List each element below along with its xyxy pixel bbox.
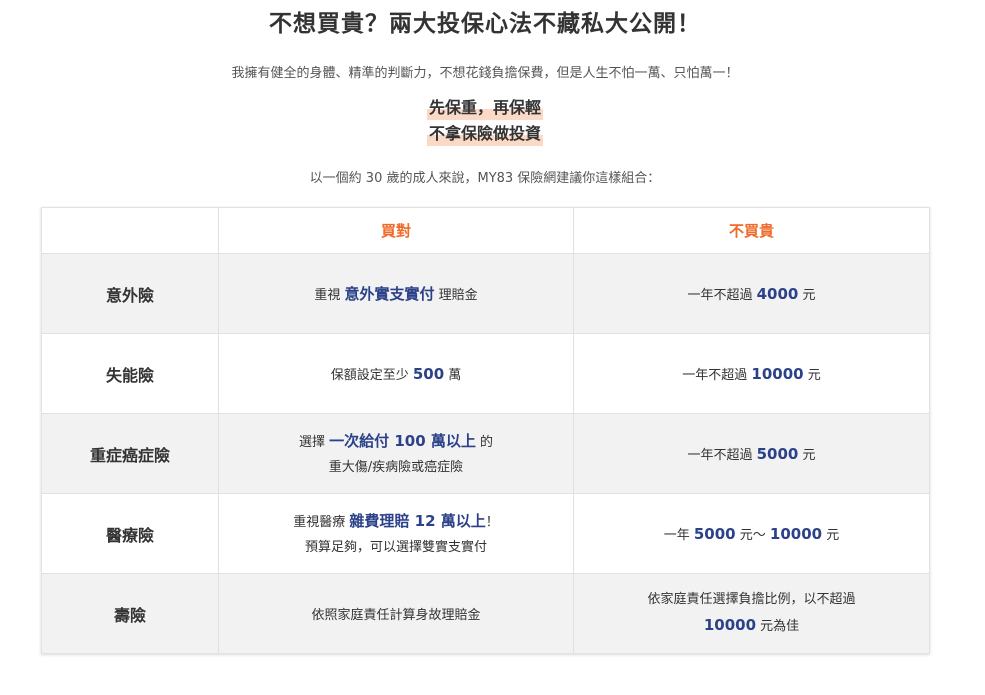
cost-amount-min: 5000: [693, 525, 736, 543]
page-subtitle: 我擁有健全的身體、精準的判斷力，不想花錢負擔保費，但是人生不怕一萬、只怕萬一！: [231, 66, 739, 81]
buy-text-line2: 重大傷/疾病險或癌症險: [328, 459, 464, 475]
intro-text: 以一個約 30 歲的成人來說，MY83 保險網建議你這樣組合：: [309, 171, 661, 186]
cost-amount-max: 10000: [769, 525, 823, 543]
cost-cell-medical: 一年 5000 元～ 10000 元: [573, 493, 930, 574]
cost-text-line1: 依家庭責任選擇負擔比例，以不超過: [647, 591, 856, 607]
cost-text: 元～: [739, 528, 766, 543]
highlight-box: 先保重，再保輕 不拿保險做投資: [0, 96, 970, 148]
table-row: 壽險 依照家庭責任計算身故理賠金 依家庭責任選擇負擔比例，以不超過 10000 …: [41, 573, 930, 654]
table-header-row: 買對 不買貴: [41, 207, 930, 254]
buy-text: 選擇: [298, 434, 325, 450]
cost-cell-disability: 一年不超過 10000 元: [573, 333, 930, 414]
buy-emphasis: 500: [412, 365, 445, 383]
buy-cell-medical: 重視醫療 雜費理賠 12 萬以上！ 預算足夠，可以選擇雙實支實付: [218, 493, 574, 574]
row-name-accident: 意外險: [41, 253, 219, 334]
buy-text: 依照家庭責任計算身故理賠金: [311, 608, 481, 623]
row-name-disability: 失能險: [41, 333, 219, 414]
table-row: 醫療險 重視醫療 雜費理賠 12 萬以上！ 預算足夠，可以選擇雙實支實付 一年 …: [41, 493, 930, 574]
cost-unit: 元為佳: [760, 618, 800, 634]
buy-text-line2: 預算足夠，可以選擇雙實支實付: [304, 539, 487, 555]
page: 不想買貴？兩大投保心法不藏私大公開！ 我擁有健全的身體、精準的判斷力，不想花錢負…: [0, 0, 985, 695]
row-name-life: 壽險: [41, 573, 219, 654]
cost-unit: 元: [802, 288, 816, 303]
cost-amount: 10000: [751, 365, 804, 383]
buy-emphasis: 一次給付 100 萬以上: [329, 431, 476, 450]
buy-cell-disability: 保額設定至少 500 萬: [218, 333, 574, 414]
buy-text: 的: [480, 434, 494, 450]
page-title: 不想買貴？兩大投保心法不藏私大公開！: [269, 11, 701, 37]
cost-amount: 10000: [703, 615, 757, 634]
cost-text: 一年不超過: [682, 368, 748, 383]
cost-unit: 元: [807, 368, 821, 383]
table-row: 重症癌症險 選擇 一次給付 100 萬以上 的 重大傷/疾病險或癌症險 一年不超…: [41, 413, 930, 494]
cost-unit: 元: [826, 528, 840, 543]
cost-text: 一年: [663, 528, 690, 543]
row-name-medical: 醫療險: [41, 493, 219, 574]
buy-emphasis: 意外實支實付: [344, 285, 435, 303]
cost-unit: 元: [802, 448, 816, 463]
column-header-not-expensive: 不買貴: [573, 207, 930, 254]
table-row: 意外險 重視 意外實支實付 理賠金 一年不超過 4000 元: [41, 253, 930, 334]
column-header-buy-right: 買對: [218, 207, 574, 254]
buy-cell-life: 依照家庭責任計算身故理賠金: [218, 573, 574, 654]
cost-cell-life: 依家庭責任選擇負擔比例，以不超過 10000 元為佳: [573, 573, 930, 654]
highlight-no-investment: 不拿保險做投資: [426, 122, 543, 146]
insurance-comparison-table: 買對 不買貴 意外險 重視 意外實支實付 理賠金 一年不超過 4000 元 失能…: [41, 207, 930, 654]
buy-text: 理賠金: [438, 288, 478, 303]
buy-text: 重視: [314, 288, 341, 303]
header-empty-cell: [41, 207, 219, 254]
cost-amount: 5000: [756, 445, 799, 463]
buy-emphasis: 雜費理賠 12 萬以上: [349, 511, 486, 530]
table-row: 失能險 保額設定至少 500 萬 一年不超過 10000 元: [41, 333, 930, 414]
cost-text: 一年不超過: [687, 448, 753, 463]
cost-amount: 4000: [756, 285, 799, 303]
buy-text: 重視醫療: [293, 514, 346, 530]
cost-cell-critical-illness: 一年不超過 5000 元: [573, 413, 930, 494]
cost-cell-accident: 一年不超過 4000 元: [573, 253, 930, 334]
highlight-protect-first: 先保重，再保輕: [426, 96, 543, 120]
buy-text: 保額設定至少: [330, 368, 409, 383]
buy-text: ！: [485, 514, 499, 530]
buy-cell-accident: 重視 意外實支實付 理賠金: [218, 253, 574, 334]
buy-text: 萬: [448, 368, 462, 383]
row-name-critical-illness: 重症癌症險: [41, 413, 219, 494]
cost-text: 一年不超過: [687, 288, 753, 303]
buy-cell-critical-illness: 選擇 一次給付 100 萬以上 的 重大傷/疾病險或癌症險: [218, 413, 574, 494]
